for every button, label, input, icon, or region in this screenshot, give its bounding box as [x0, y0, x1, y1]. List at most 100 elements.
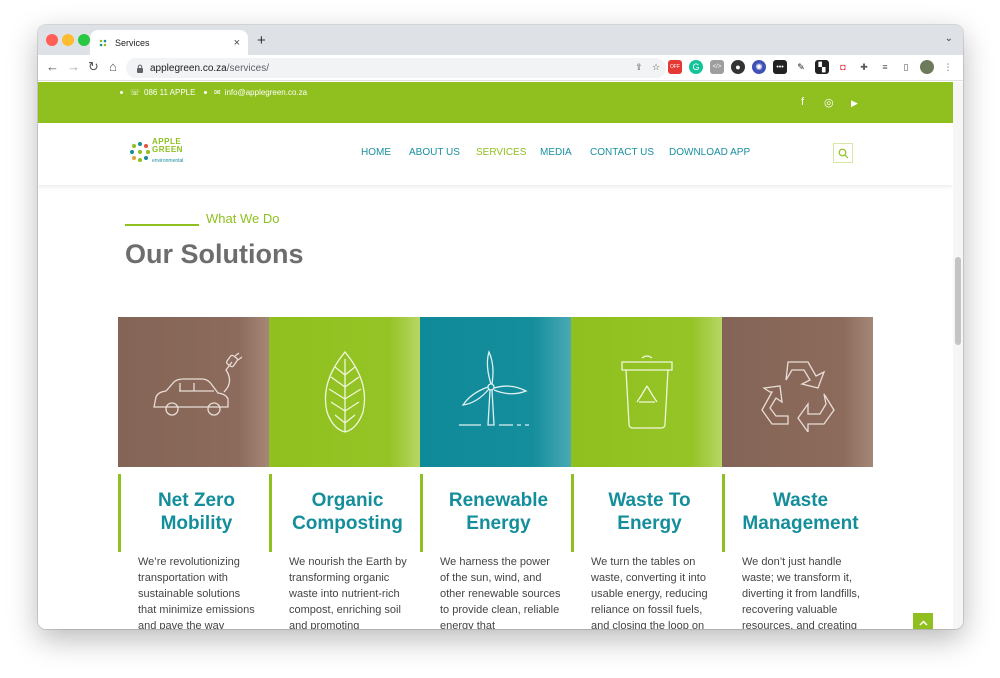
logo-subtitle: environmental	[152, 158, 184, 164]
nav-services[interactable]: SERVICES	[476, 147, 526, 158]
tab-strip: Services × + ⌄	[38, 25, 963, 55]
card-body: We nourish the Earth by transforming org…	[289, 556, 407, 629]
forward-arrow-icon[interactable]: →	[67, 59, 80, 74]
apple-green-logo-icon[interactable]	[128, 140, 152, 164]
card-title: Net Zero Mobility	[157, 490, 236, 534]
chevron-up-icon	[918, 620, 928, 626]
search-button[interactable]	[833, 143, 853, 163]
site-favicon-icon	[99, 39, 107, 46]
dots-extension-icon[interactable]: •••	[773, 60, 787, 74]
card-accent-bar	[722, 474, 725, 552]
phone-number: 086 11 APPLE	[144, 88, 196, 97]
pocket-icon[interactable]: ◘	[836, 60, 850, 74]
logo-wordmark[interactable]: APPLE GREEN	[152, 138, 183, 154]
bookmark-star-icon[interactable]: ☆	[651, 60, 661, 74]
section-eyebrow: What We Do	[206, 211, 280, 226]
card-image	[722, 317, 873, 467]
card-renewable-energy[interactable]: Renewable Energy We harness the power of…	[420, 317, 571, 629]
eyebrow-underline	[125, 224, 199, 226]
lock-icon	[137, 64, 143, 73]
section-title: Our Solutions	[125, 239, 304, 269]
gear-extension-icon[interactable]: ✺	[752, 60, 766, 74]
card-title: Waste Management	[742, 490, 859, 534]
card-body: We turn the tables on waste, converting …	[591, 556, 708, 629]
card-net-zero-mobility[interactable]: Net Zero Mobility We’re revolutionizing …	[118, 317, 269, 629]
scroll-to-top-button[interactable]	[913, 613, 933, 629]
email-contact[interactable]: ✉ info@applegreen.co.za	[204, 88, 307, 97]
grammarly-extension-icon[interactable]: G	[689, 60, 703, 74]
close-window-button[interactable]	[46, 34, 58, 46]
card-waste-management[interactable]: Waste Management We don’t just handle wa…	[722, 317, 873, 629]
adblock-extension-icon[interactable]: OFF	[668, 60, 682, 74]
dark-extension-icon[interactable]: ●	[731, 60, 745, 74]
tab-close-icon[interactable]: ×	[234, 37, 240, 49]
page-scrollbar[interactable]	[953, 82, 963, 629]
wind-turbine-icon	[458, 350, 529, 426]
facebook-icon[interactable]: f	[801, 96, 804, 108]
extension-icons: ⇪ ☆ OFF G </> ● ✺ ••• ✎ ▚ ◘ ✚ ≡ ▯ ⋮	[634, 60, 955, 74]
back-arrow-icon[interactable]: ←	[46, 59, 59, 74]
card-accent-bar	[269, 474, 272, 552]
card-image	[571, 317, 722, 467]
logo-line-2: GREEN	[152, 145, 183, 154]
reading-list-icon[interactable]: ≡	[878, 60, 892, 74]
puzzle-icon[interactable]: ✚	[857, 60, 871, 74]
phone-icon: ☏	[130, 88, 141, 97]
tab-services[interactable]: Services ×	[90, 30, 248, 55]
phone-contact[interactable]: ☏ 086 11 APPLE	[120, 88, 195, 97]
card-title: Waste To Energy	[608, 490, 691, 534]
main-navigation: APPLE GREEN environmental HOME ABOUT US …	[38, 123, 953, 185]
recycle-bin-icon	[620, 355, 673, 429]
bullet-dot	[120, 91, 123, 94]
minimize-window-button[interactable]	[62, 34, 74, 46]
url-host: applegreen.co.za	[150, 62, 227, 74]
email-address: info@applegreen.co.za	[224, 88, 308, 97]
card-accent-bar	[420, 474, 423, 552]
nav-home[interactable]: HOME	[361, 147, 391, 158]
browser-toolbar: ← → ↻ ⌂ applegreen.co.za/services/ ⇪ ☆ O…	[38, 55, 963, 81]
nav-contact-us[interactable]: CONTACT US	[590, 147, 654, 158]
nav-media[interactable]: MEDIA	[540, 147, 572, 158]
new-tab-button[interactable]: +	[257, 32, 266, 49]
leaf-icon	[324, 350, 365, 433]
card-title: Renewable Energy	[448, 490, 549, 534]
instagram-icon[interactable]: ◎	[824, 96, 834, 109]
card-body: We don’t just handle waste; we transform…	[742, 556, 860, 629]
profile-avatar[interactable]	[920, 60, 934, 74]
recycle-icon	[760, 361, 835, 432]
reload-icon[interactable]: ↻	[88, 59, 99, 75]
browser-window: Services × + ⌄ ← → ↻ ⌂ applegreen.co.za /…	[38, 25, 963, 629]
bullet-dot	[204, 91, 207, 94]
search-icon	[838, 148, 848, 158]
email-icon: ✉	[214, 88, 221, 97]
youtube-icon[interactable]: ▶	[851, 98, 858, 109]
tab-title: Services	[115, 37, 150, 48]
nav-about-us[interactable]: ABOUT US	[409, 147, 460, 158]
card-body: We harness the power of the sun, wind, a…	[440, 556, 561, 629]
solutions-cards: Net Zero Mobility We’re revolutionizing …	[118, 317, 873, 629]
eyedropper-icon[interactable]: ✎	[794, 60, 808, 74]
tab-search-chevron-icon[interactable]: ⌄	[945, 33, 953, 44]
card-organic-composting[interactable]: Organic Composting We nourish the Earth …	[269, 317, 420, 629]
qr-extension-icon[interactable]: ▚	[815, 60, 829, 74]
address-bar[interactable]: applegreen.co.za/services/	[126, 58, 666, 78]
nav-download-app[interactable]: DOWNLOAD APP	[669, 147, 750, 158]
card-title: Organic Composting	[292, 490, 403, 534]
share-icon[interactable]: ⇪	[634, 60, 644, 74]
card-image	[118, 317, 269, 467]
card-body: We’re revolutionizing transportation wit…	[138, 556, 255, 629]
code-extension-icon[interactable]: </>	[710, 60, 724, 74]
card-image	[269, 317, 420, 467]
side-panel-icon[interactable]: ▯	[899, 60, 913, 74]
card-waste-to-energy[interactable]: Waste To Energy We turn the tables on wa…	[571, 317, 722, 629]
card-accent-bar	[571, 474, 574, 552]
web-page: ☏ 086 11 APPLE ✉ info@applegreen.co.za f…	[38, 82, 953, 629]
home-icon[interactable]: ⌂	[109, 59, 117, 74]
kebab-menu-icon[interactable]: ⋮	[941, 60, 955, 74]
top-contact-bar: ☏ 086 11 APPLE ✉ info@applegreen.co.za f…	[38, 82, 953, 123]
zoom-window-button[interactable]	[78, 34, 90, 46]
url-path: /services/	[226, 62, 269, 74]
scrollbar-thumb[interactable]	[955, 257, 961, 345]
electric-car-icon	[152, 352, 242, 416]
card-accent-bar	[118, 474, 121, 552]
